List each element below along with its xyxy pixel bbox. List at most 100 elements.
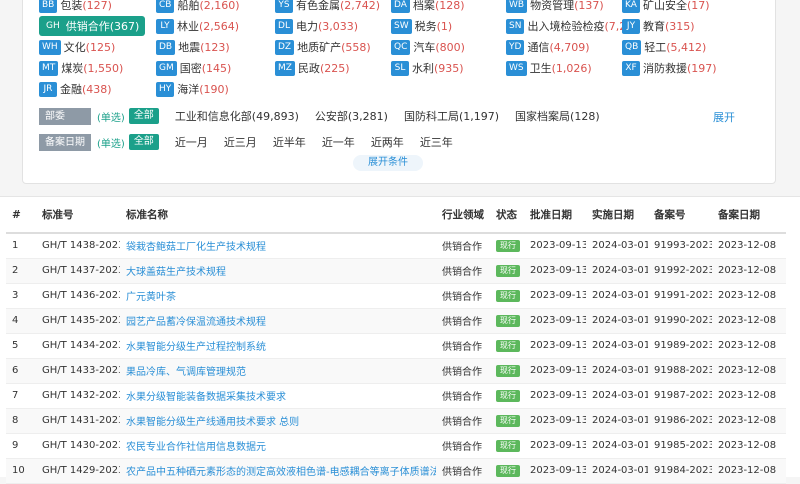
industry-item-ly[interactable]: LY 林业 (2,564) (156, 16, 239, 36)
industry-field-cell: 供销合作 (436, 233, 490, 259)
industry-item-ka[interactable]: KA 矿山安全 (17) (622, 0, 710, 15)
industry-item-bb[interactable]: BB 包装 (127) (39, 0, 112, 15)
industry-code-badge: QB (622, 39, 642, 55)
standard-number-cell: GH/T 1438-2023 (36, 233, 120, 259)
standard-name-link[interactable]: 园艺产品蓄冷保温流通技术规程 (126, 317, 266, 328)
dept-all-button[interactable]: 全部 (128, 108, 159, 124)
standard-name-link[interactable]: 水果智能分级生产过程控制系统 (126, 342, 266, 353)
industry-item-sn[interactable]: SN 出入境检验检疫 (7,2... (506, 16, 637, 36)
standard-name-link[interactable]: 农产品中五种硒元素形态的测定高效液相色谱-电感耦合等离子体质谱法 (126, 467, 436, 478)
industry-item-jy[interactable]: JY 教育 (315) (622, 16, 695, 36)
industry-item-sl[interactable]: SL 水利 (935) (391, 58, 464, 78)
results-panel: # 标准号 标准名称 行业领域 状态 批准日期 实施日期 备案号 备案日期 1 GH/T 1438… (0, 196, 800, 484)
filing-date-cell: 2023-12-08 (712, 458, 786, 484)
implementation-date-cell: 2024-03-01 (586, 433, 648, 459)
dept-option[interactable]: 工业和信息化部(49,893) (175, 108, 299, 124)
implementation-date-cell: 2024-03-01 (586, 233, 648, 259)
standard-name-link[interactable]: 广元黄叶茶 (126, 292, 176, 303)
approval-date-cell: 2023-09-13 (524, 458, 586, 484)
industry-name: 矿山安全 (643, 0, 687, 12)
standard-name-cell: 农产品中五种硒元素形态的测定高效液相色谱-电感耦合等离子体质谱法 (120, 458, 436, 484)
industry-item-hy[interactable]: HY 海洋 (190) (156, 79, 229, 99)
dept-filter-row: 部委 (单选) 全部 工业和信息化部(49,893) 公安部(3,281) 国防… (39, 107, 600, 125)
industry-code-badge: MT (39, 60, 59, 76)
industry-item-yd[interactable]: YD 通信 (4,709) (506, 37, 590, 57)
industry-item-cb[interactable]: CB 船舶 (2,160) (156, 0, 240, 15)
date-option[interactable]: 近一月 (175, 134, 208, 150)
dept-option[interactable]: 公安部(3,281) (315, 108, 388, 124)
table-row: 9 GH/T 1430-2023 农民专业合作社信用信息数据元 供销合作 现行 2023-… (6, 433, 786, 459)
standard-number-cell: GH/T 1433-2023 (36, 358, 120, 384)
standard-name-link[interactable]: 农民专业合作社信用信息数据元 (126, 442, 266, 453)
column-header: 行业领域 (436, 197, 490, 234)
standard-name-link[interactable]: 水果分级智能装备数据采集技术要求 (126, 392, 286, 403)
industry-item-gm[interactable]: GM 国密 (145) (156, 58, 231, 78)
standard-name-link[interactable]: 袋栽杏鲍菇工厂化生产技术规程 (126, 242, 266, 253)
industry-item-dz[interactable]: DZ 地质矿产 (558) (275, 37, 371, 57)
industry-name: 海洋 (177, 83, 200, 96)
standard-name-cell: 水果智能分级生产线通用技术要求 总则 (120, 408, 436, 434)
filing-number-cell: 91984-2023 (648, 458, 712, 484)
standard-name-cell: 广元黄叶茶 (120, 283, 436, 309)
industry-item-xf[interactable]: XF 消防救援 (197) (622, 58, 717, 78)
industry-code-badge: HY (156, 81, 175, 97)
industry-code-badge: LY (156, 18, 174, 34)
industry-name: 煤炭 (61, 62, 84, 75)
date-option[interactable]: 近一年 (322, 134, 355, 150)
industry-item-sw[interactable]: SW 税务 (1) (391, 16, 452, 36)
industry-count: (5,412) (666, 40, 707, 54)
status-badge: 现行 (496, 264, 520, 277)
status-badge-cell: 现行 (490, 358, 524, 384)
industry-item-ys[interactable]: YS 有色金属 (2,742) (275, 0, 380, 15)
industry-count: (2,742) (340, 0, 381, 12)
industry-item-wh[interactable]: WH 文化 (125) (39, 37, 115, 57)
standard-number-cell: GH/T 1432-2023 (36, 383, 120, 409)
standard-name-link[interactable]: 水果智能分级生产线通用技术要求 总则 (126, 417, 299, 428)
date-option[interactable]: 近两年 (371, 134, 404, 150)
industry-item-db[interactable]: DB 地震 (123) (156, 37, 230, 57)
standard-name-link[interactable]: 大球盖菇生产技术规程 (126, 267, 226, 278)
expand-conditions-button[interactable]: 展开条件 (353, 155, 423, 171)
date-all-button[interactable]: 全部 (128, 134, 159, 150)
industry-field-cell: 供销合作 (436, 458, 490, 484)
industry-item-gh[interactable]: GH 供销合作 (367) (39, 16, 146, 36)
industry-name: 民政 (297, 62, 320, 75)
industry-item-wb[interactable]: WB 物资管理 (137) (506, 0, 604, 15)
industry-count: (128) (434, 0, 465, 12)
industry-item-da[interactable]: DA 档案 (128) (391, 0, 465, 15)
industry-code-badge: MZ (275, 60, 295, 76)
industry-name: 地震 (178, 41, 201, 54)
date-option[interactable]: 近三年 (420, 134, 453, 150)
industry-item-qb[interactable]: QB 轻工 (5,412) (622, 37, 706, 57)
industry-count: (123) (200, 40, 230, 54)
standard-name-link[interactable]: 果品冷库、气调库管理规范 (126, 367, 246, 378)
industry-code-badge: CB (156, 0, 175, 13)
implementation-date-cell: 2024-03-01 (586, 308, 648, 334)
industry-item-jr[interactable]: JR 金融 (438) (39, 79, 112, 99)
industry-count: (1,550) (83, 61, 124, 75)
date-option[interactable]: 近三月 (224, 134, 257, 150)
industry-item-mz[interactable]: MZ 民政 (225) (275, 58, 350, 78)
industry-item-mt[interactable]: MT 煤炭 (1,550) (39, 58, 123, 78)
industry-field-cell: 供销合作 (436, 333, 490, 359)
dept-expand-link[interactable]: 展开 (713, 109, 735, 125)
status-badge: 现行 (496, 239, 520, 252)
filing-date-cell: 2023-12-08 (712, 433, 786, 459)
industry-item-ws[interactable]: WS 卫生 (1,026) (506, 58, 592, 78)
filing-date-cell: 2023-12-08 (712, 408, 786, 434)
date-option[interactable]: 近半年 (273, 134, 306, 150)
dept-option[interactable]: 国家档案局(128) (515, 108, 600, 124)
status-badge: 现行 (496, 439, 520, 452)
industry-code-badge: DB (156, 39, 176, 55)
status-badge-cell: 现行 (490, 233, 524, 259)
date-filter-row: 备案日期 (单选) 全部 近一月 近三月 近半年 近一年 近两年 近三年 (39, 133, 453, 151)
dept-option[interactable]: 国防科工局(1,197) (404, 108, 499, 124)
filing-date-cell: 2023-12-08 (712, 258, 786, 284)
industry-item-dl[interactable]: DL 电力 (3,033) (275, 16, 358, 36)
status-badge-cell: 现行 (490, 283, 524, 309)
table-row: 4 GH/T 1435-2023 园艺产品蓄冷保温流通技术规程 供销合作 现行 2023-… (6, 308, 786, 334)
industry-name: 供销合作 (65, 20, 110, 33)
implementation-date-cell: 2024-03-01 (586, 358, 648, 384)
date-filter-label: 备案日期 (39, 133, 91, 151)
industry-item-qc[interactable]: QC 汽车 (800) (391, 37, 465, 57)
